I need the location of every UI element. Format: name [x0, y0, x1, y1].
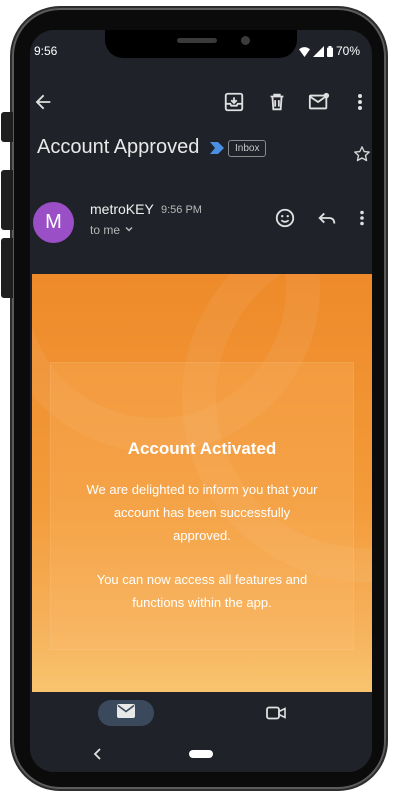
- message-more-icon[interactable]: [352, 206, 372, 230]
- email-time: 9:56 PM: [161, 204, 202, 216]
- mail-icon: [117, 703, 135, 723]
- volume-button: [1, 238, 13, 298]
- message-line: account has been successfully: [113, 505, 291, 520]
- camera: [241, 36, 250, 45]
- message-card: Account Activated We are delighted to in…: [50, 362, 354, 650]
- nav-back-icon[interactable]: [88, 744, 108, 764]
- message-line: functions within the app.: [132, 595, 272, 610]
- status-icons: 70%: [298, 44, 360, 58]
- status-time: 9:56: [34, 44, 58, 58]
- message-line: You can now access all features and: [96, 572, 308, 587]
- back-arrow-icon[interactable]: [32, 90, 54, 114]
- battery-percent: 70%: [335, 44, 360, 58]
- bottom-nav: [30, 692, 372, 772]
- mail-unread-icon[interactable]: [307, 90, 331, 114]
- recipient-toggle[interactable]: to me: [90, 223, 134, 237]
- more-vert-icon[interactable]: [348, 90, 372, 114]
- signal-icon: [312, 45, 324, 57]
- speaker: [177, 38, 217, 43]
- message-title: Account Activated: [127, 439, 277, 458]
- side-button: [1, 112, 13, 142]
- reply-icon[interactable]: [315, 206, 339, 230]
- important-marker-icon[interactable]: [210, 141, 224, 159]
- screen: 9:56 70% Account Approved Inbox M metroK…: [30, 30, 372, 772]
- star-icon[interactable]: [352, 144, 372, 164]
- emoji-reaction-icon[interactable]: [273, 206, 297, 230]
- trash-icon[interactable]: [265, 90, 289, 114]
- tab-mail[interactable]: [98, 700, 154, 726]
- message-line: approved.: [173, 528, 231, 543]
- volume-button: [1, 170, 13, 230]
- sender-name: metroKEY: [90, 201, 154, 217]
- notch: [105, 30, 297, 58]
- battery-icon: [326, 45, 333, 57]
- video-camera-icon[interactable]: [264, 702, 288, 724]
- email-subject: Account Approved: [37, 136, 200, 158]
- email-body-banner: Account Activated We are delighted to in…: [32, 274, 372, 692]
- home-gesture-bar[interactable]: [189, 750, 213, 758]
- recipient-label: to me: [90, 223, 121, 237]
- wifi-icon: [298, 46, 310, 57]
- inbox-label[interactable]: Inbox: [228, 140, 267, 157]
- archive-icon[interactable]: [222, 90, 246, 114]
- chevron-down-icon: [124, 223, 134, 237]
- message-line: We are delighted to inform you that your: [86, 482, 318, 497]
- avatar[interactable]: M: [33, 202, 74, 243]
